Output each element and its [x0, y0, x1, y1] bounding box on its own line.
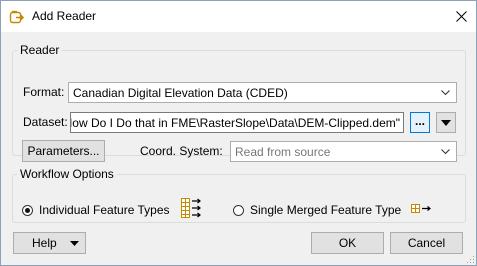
- dataset-value: How Do I Do that in FME\RasterSlope\Data…: [70, 116, 400, 130]
- cancel-label: Cancel: [407, 236, 446, 250]
- workflow-options-legend: Workflow Options: [20, 167, 114, 181]
- parameters-label: Parameters...: [27, 144, 100, 158]
- browse-button[interactable]: ...: [410, 112, 430, 133]
- triangle-down-icon: [70, 241, 79, 246]
- ok-label: OK: [338, 236, 357, 250]
- format-value: Canadian Digital Elevation Data (CDED): [73, 86, 288, 100]
- dataset-label: Dataset:: [23, 115, 68, 129]
- workflow-options-group: Workflow Options Individual Feature Type…: [12, 167, 466, 223]
- resize-grip-icon[interactable]: [465, 254, 475, 264]
- window-title: Add Reader: [32, 9, 97, 23]
- cancel-button[interactable]: Cancel: [390, 232, 463, 254]
- help-button[interactable]: Help: [13, 232, 86, 254]
- close-icon: [455, 11, 467, 22]
- individual-feature-types-radio[interactable]: [22, 204, 33, 216]
- single-merged-feature-type-label: Single Merged Feature Type: [250, 203, 402, 217]
- coord-system-label: Coord. System:: [140, 144, 223, 158]
- add-reader-dialog: Add Reader Reader Format: Canadian Digit…: [0, 0, 477, 266]
- parameters-button[interactable]: Parameters...: [22, 140, 105, 162]
- format-dropdown[interactable]: Canadian Digital Elevation Data (CDED): [68, 82, 457, 103]
- chevron-down-icon: [441, 90, 450, 96]
- reader-group-legend: Reader: [20, 43, 60, 57]
- format-label: Format:: [23, 85, 65, 99]
- single-merged-feature-type-radio[interactable]: [233, 204, 244, 216]
- browse-label: ...: [414, 113, 425, 128]
- ok-button[interactable]: OK: [311, 232, 384, 254]
- coord-system-placeholder: Read from source: [235, 145, 331, 159]
- single-merged-feature-type-option[interactable]: Single Merged Feature Type: [233, 203, 401, 217]
- reader-group: Reader Format: Canadian Digital Elevatio…: [12, 43, 466, 162]
- feature-type-single-icon: [410, 203, 432, 215]
- add-reader-icon: [9, 9, 25, 25]
- dataset-options-button[interactable]: [436, 112, 456, 133]
- triangle-down-icon: [441, 119, 451, 126]
- individual-feature-types-option[interactable]: Individual Feature Types: [22, 203, 170, 217]
- close-button[interactable]: [446, 1, 476, 32]
- dataset-input[interactable]: How Do I Do that in FME\RasterSlope\Data…: [70, 112, 404, 133]
- feature-types-multi-icon: [180, 197, 202, 219]
- title-bar: Add Reader: [1, 1, 476, 32]
- individual-feature-types-label: Individual Feature Types: [39, 203, 170, 217]
- chevron-down-icon: [441, 149, 450, 155]
- help-label: Help: [32, 236, 57, 250]
- coord-system-dropdown[interactable]: Read from source: [230, 141, 457, 162]
